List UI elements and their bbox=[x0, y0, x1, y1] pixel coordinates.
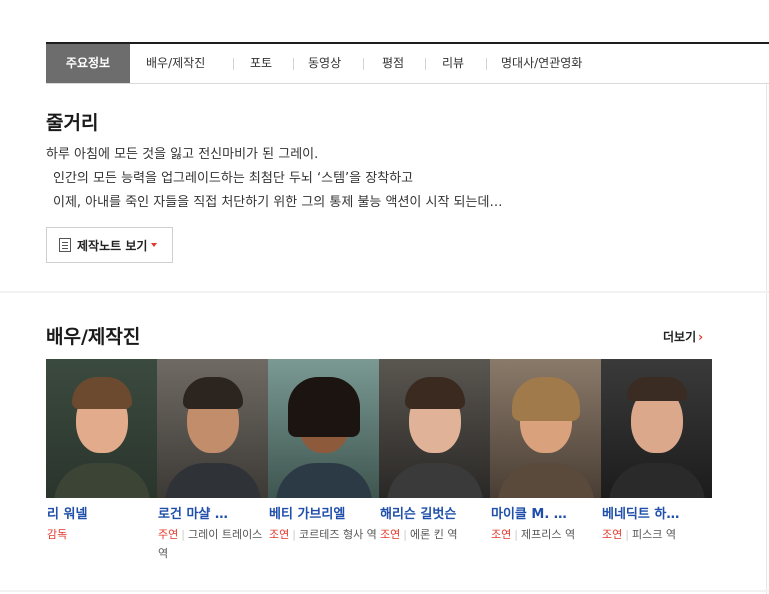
cast-role: 조연 | 코르테즈 형사 역 bbox=[269, 525, 377, 544]
role-separator: | bbox=[625, 528, 629, 541]
tab-cast-crew[interactable]: 배우/제작진 bbox=[146, 44, 205, 83]
tab-separator bbox=[486, 58, 487, 70]
cast-role: 조연 | 에론 킨 역 bbox=[380, 525, 488, 544]
synopsis-title: 줄거리 bbox=[46, 112, 99, 134]
cast-photo[interactable] bbox=[379, 359, 490, 498]
caret-down-icon bbox=[151, 243, 158, 247]
role-separator: | bbox=[514, 528, 518, 541]
cast-role: 조연 | 피스크 역 bbox=[602, 525, 710, 544]
tab-review[interactable]: 리뷰 bbox=[442, 44, 464, 83]
role-type: 주연 bbox=[158, 528, 179, 541]
role-separator: | bbox=[181, 528, 185, 541]
more-link-label: 더보기 bbox=[663, 330, 697, 344]
role-character: 에론 킨 역 bbox=[409, 528, 458, 541]
tab-separator bbox=[233, 58, 234, 70]
scroll-edge bbox=[766, 82, 767, 594]
cast-role: 주연 | 그레이 트레이스 역 bbox=[158, 525, 266, 563]
cast-name[interactable]: 로건 마샬 … bbox=[158, 503, 264, 522]
cast-card[interactable]: 마이클 M. … 조연 | 제프리스 역 bbox=[490, 359, 601, 541]
role-character: 제프리스 역 bbox=[520, 528, 576, 541]
cast-section-title: 배우/제작진 bbox=[46, 326, 141, 348]
tab-quotes-related[interactable]: 명대사/연관영화 bbox=[501, 44, 582, 83]
role-type: 조연 bbox=[491, 528, 512, 541]
role-type: 감독 bbox=[47, 528, 68, 541]
cast-photo[interactable] bbox=[157, 359, 268, 498]
role-type: 조연 bbox=[602, 528, 623, 541]
cast-card[interactable]: 로건 마샬 … 주연 | 그레이 트레이스 역 bbox=[157, 359, 268, 560]
chevron-right-icon: › bbox=[698, 330, 704, 344]
role-separator: | bbox=[403, 528, 407, 541]
cast-card[interactable]: 해리슨 길벗슨 조연 | 에론 킨 역 bbox=[379, 359, 490, 541]
production-note-label: 제작노트 보기 bbox=[77, 238, 148, 253]
tab-video[interactable]: 동영상 bbox=[308, 44, 341, 83]
synopsis-line-2: 인간의 모든 능력을 업그레이드하는 최첨단 두뇌 ‘스템’을 장착하고 bbox=[53, 171, 414, 186]
tab-separator bbox=[363, 58, 364, 70]
more-link[interactable]: 더보기 › bbox=[663, 328, 703, 345]
tab-separator bbox=[425, 58, 426, 70]
cast-name[interactable]: 베티 가브리엘 bbox=[269, 503, 375, 522]
cast-card[interactable]: 리 워넬 감독 bbox=[46, 359, 157, 541]
role-character: 피스크 역 bbox=[631, 528, 676, 541]
tab-bar: 주요정보 배우/제작진 포토 동영상 평점 리뷰 명대사/연관영화 bbox=[46, 42, 769, 84]
cast-card[interactable]: 베네딕트 하… 조연 | 피스크 역 bbox=[601, 359, 712, 541]
cast-photo[interactable] bbox=[268, 359, 379, 498]
role-separator: | bbox=[292, 528, 296, 541]
role-type: 조연 bbox=[269, 528, 290, 541]
cast-name[interactable]: 베네딕트 하… bbox=[602, 503, 708, 522]
cast-name[interactable]: 해리슨 길벗슨 bbox=[380, 503, 486, 522]
cast-role: 조연 | 제프리스 역 bbox=[491, 525, 599, 544]
cast-photo[interactable] bbox=[601, 359, 712, 498]
tab-main-info[interactable]: 주요정보 bbox=[46, 44, 130, 83]
document-icon bbox=[59, 238, 71, 252]
cast-name[interactable]: 마이클 M. … bbox=[491, 503, 597, 522]
cast-name[interactable]: 리 워넬 bbox=[47, 503, 153, 522]
role-character: 코르테즈 형사 역 bbox=[298, 528, 377, 541]
tab-separator bbox=[293, 58, 294, 70]
synopsis-line-1: 하루 아침에 모든 것을 잃고 전신마비가 된 그레이. bbox=[46, 147, 319, 162]
cast-photo[interactable] bbox=[46, 359, 157, 498]
section-divider bbox=[0, 590, 769, 592]
section-divider bbox=[0, 291, 769, 293]
cast-role: 감독 bbox=[47, 525, 155, 544]
tab-rating[interactable]: 평점 bbox=[382, 44, 404, 83]
role-type: 조연 bbox=[380, 528, 401, 541]
production-note-button[interactable]: 제작노트 보기 bbox=[46, 227, 173, 263]
cast-photo[interactable] bbox=[490, 359, 601, 498]
synopsis-line-3: 이제, 아내를 죽인 자들을 직접 처단하기 위한 그의 통제 불능 액션이 시… bbox=[53, 195, 503, 210]
cast-card[interactable]: 베티 가브리엘 조연 | 코르테즈 형사 역 bbox=[268, 359, 379, 541]
tab-photo[interactable]: 포토 bbox=[250, 44, 272, 83]
